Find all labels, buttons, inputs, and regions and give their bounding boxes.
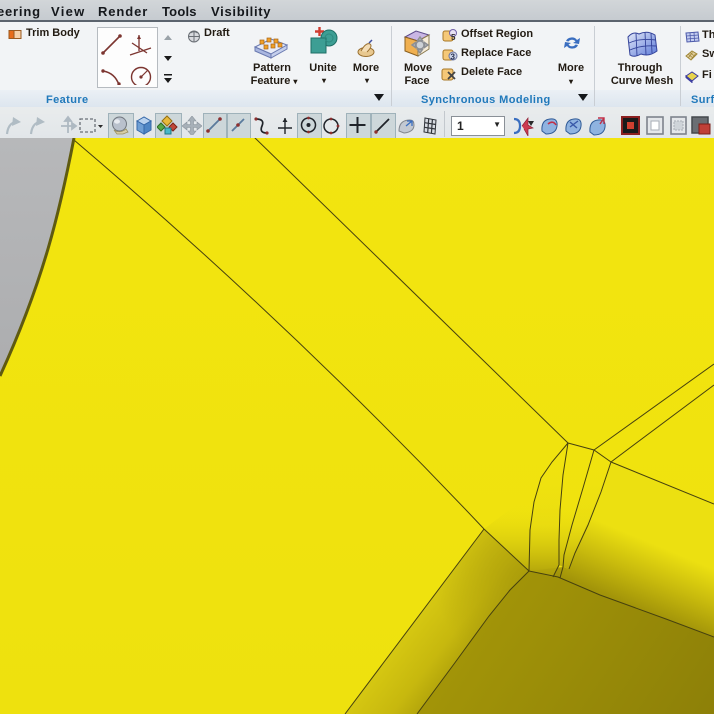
svg-text:5: 5 bbox=[451, 33, 456, 42]
svg-text:3: 3 bbox=[451, 53, 456, 62]
